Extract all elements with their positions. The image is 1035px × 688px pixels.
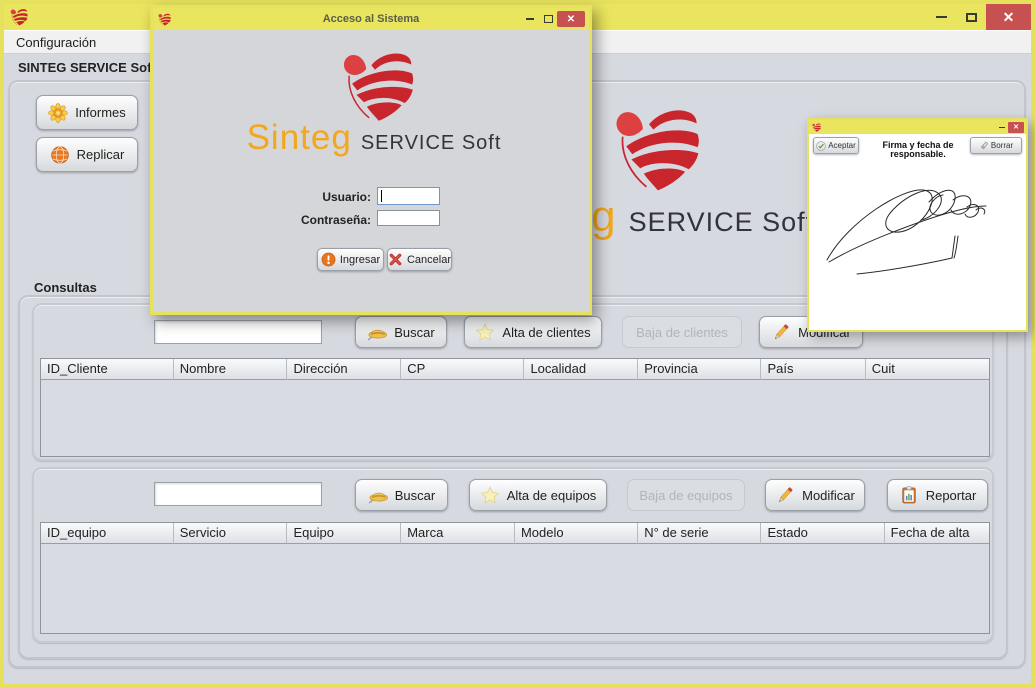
column-header[interactable]: N° de serie bbox=[638, 523, 761, 544]
signature-instruction: Firma y fecha de responsable. bbox=[861, 141, 975, 160]
close-button[interactable]: ✕ bbox=[986, 4, 1031, 30]
column-header[interactable]: Marca bbox=[401, 523, 515, 544]
button-label: Reportar bbox=[926, 488, 977, 503]
column-header[interactable]: Dirección bbox=[287, 359, 401, 380]
informes-button[interactable]: Informes bbox=[36, 95, 138, 130]
gear-icon bbox=[48, 103, 68, 123]
clients-table: ID_Cliente Nombre Dirección CP Localidad… bbox=[40, 358, 990, 457]
button-label: Buscar bbox=[395, 488, 435, 503]
signature-titlebar[interactable]: ✕ bbox=[809, 120, 1026, 134]
exclamation-icon bbox=[321, 252, 336, 267]
column-header[interactable]: Fecha de alta bbox=[885, 523, 989, 544]
cancel-x-icon bbox=[388, 252, 403, 267]
alta-clientes-button[interactable]: Alta de clientes bbox=[464, 316, 602, 348]
replicar-button[interactable]: Replicar bbox=[36, 137, 138, 172]
group-title: SINTEG SERVICE Soft bbox=[18, 60, 156, 75]
column-header[interactable]: Localidad bbox=[524, 359, 638, 380]
tiny-check-icon bbox=[816, 141, 826, 151]
password-input[interactable] bbox=[377, 210, 440, 226]
report-icon bbox=[899, 485, 919, 505]
signature-window: ✕ Aceptar Firma y fecha de responsable. … bbox=[807, 118, 1028, 332]
column-header[interactable]: Equipo bbox=[287, 523, 401, 544]
button-label: Buscar bbox=[394, 325, 434, 340]
column-header[interactable]: ID_Cliente bbox=[41, 359, 174, 380]
maximize-button[interactable] bbox=[956, 5, 986, 29]
app-heart-icon bbox=[812, 123, 821, 132]
minimize-button[interactable] bbox=[926, 5, 956, 29]
button-label: Alta de clientes bbox=[502, 325, 590, 340]
reportar-button[interactable]: Reportar bbox=[887, 479, 988, 511]
consultas-title: Consultas bbox=[34, 280, 97, 295]
signature-aceptar-button[interactable]: Aceptar bbox=[813, 137, 859, 154]
equipment-panel: Buscar Alta de equipos Baja de equipos M… bbox=[32, 467, 994, 643]
tiny-eraser-icon bbox=[979, 141, 989, 151]
login-dialog: Acceso al Sistema ✕ Sinteg SERVICE Soft … bbox=[150, 5, 592, 315]
signature-close-button[interactable]: ✕ bbox=[1008, 122, 1024, 133]
logo-suffix-text: SERVICE Soft bbox=[361, 132, 502, 155]
dialog-maximize-button[interactable] bbox=[539, 11, 557, 27]
username-label: Usuario: bbox=[293, 190, 371, 204]
button-label: Ingresar bbox=[340, 254, 380, 266]
column-header[interactable]: Provincia bbox=[638, 359, 761, 380]
ingresar-button[interactable]: Ingresar bbox=[317, 248, 384, 271]
button-label: Replicar bbox=[77, 147, 125, 162]
search-hat-icon bbox=[367, 322, 387, 342]
button-label: Modificar bbox=[802, 488, 855, 503]
logo-brand-text: Sinteg bbox=[247, 118, 352, 158]
equipment-search-input[interactable] bbox=[154, 482, 322, 506]
baja-equipos-button: Baja de equipos bbox=[627, 479, 745, 511]
cancelar-button[interactable]: Cancelar bbox=[387, 248, 452, 271]
logo-suffix-text: SERVICE Soft bbox=[629, 207, 815, 238]
star-icon bbox=[480, 485, 500, 505]
clients-buscar-button[interactable]: Buscar bbox=[355, 316, 447, 348]
baja-clientes-button: Baja de clientes bbox=[622, 316, 742, 348]
column-header[interactable]: País bbox=[761, 359, 865, 380]
logo-heart-icon bbox=[341, 44, 415, 128]
username-input[interactable] bbox=[377, 187, 440, 205]
app-heart-icon bbox=[10, 8, 28, 26]
star-icon bbox=[475, 322, 495, 342]
signature-minimize-button[interactable] bbox=[996, 121, 1008, 133]
dialog-close-button[interactable]: ✕ bbox=[557, 11, 585, 27]
button-label: Alta de equipos bbox=[507, 488, 597, 503]
button-label: Borrar bbox=[991, 141, 1013, 150]
globe-icon bbox=[50, 145, 70, 165]
equipment-buscar-button[interactable]: Buscar bbox=[355, 479, 448, 511]
column-header[interactable]: Cuit bbox=[866, 359, 989, 380]
pencil-icon bbox=[775, 485, 795, 505]
logo-heart-icon bbox=[613, 106, 701, 192]
search-hat-icon bbox=[368, 485, 388, 505]
dialog-minimize-button[interactable] bbox=[521, 11, 539, 27]
signature-borrar-button[interactable]: Borrar bbox=[970, 137, 1022, 154]
button-label: Baja de equipos bbox=[639, 488, 732, 503]
column-header[interactable]: ID_equipo bbox=[41, 523, 174, 544]
clients-table-body[interactable] bbox=[41, 380, 989, 456]
button-label: Informes bbox=[75, 105, 126, 120]
equipment-table-body[interactable] bbox=[41, 544, 989, 633]
button-label: Aceptar bbox=[828, 141, 856, 150]
button-label: Cancelar bbox=[407, 254, 451, 266]
modificar-equipos-button[interactable]: Modificar bbox=[765, 479, 865, 511]
signature-canvas[interactable] bbox=[811, 162, 1024, 328]
alta-equipos-button[interactable]: Alta de equipos bbox=[469, 479, 607, 511]
column-header[interactable]: CP bbox=[401, 359, 524, 380]
equipment-table: ID_equipo Servicio Equipo Marca Modelo N… bbox=[40, 522, 990, 634]
password-label: Contraseña: bbox=[293, 213, 371, 227]
clients-search-input[interactable] bbox=[154, 320, 322, 344]
button-label: Baja de clientes bbox=[636, 325, 728, 340]
column-header[interactable]: Servicio bbox=[174, 523, 288, 544]
column-header[interactable]: Modelo bbox=[515, 523, 638, 544]
dialog-titlebar[interactable]: Acceso al Sistema ✕ bbox=[153, 8, 589, 30]
text-caret bbox=[381, 190, 382, 202]
column-header[interactable]: Nombre bbox=[174, 359, 288, 380]
column-header[interactable]: Estado bbox=[761, 523, 884, 544]
pencil-icon bbox=[771, 322, 791, 342]
menu-configuracion[interactable]: Configuración bbox=[4, 31, 108, 53]
